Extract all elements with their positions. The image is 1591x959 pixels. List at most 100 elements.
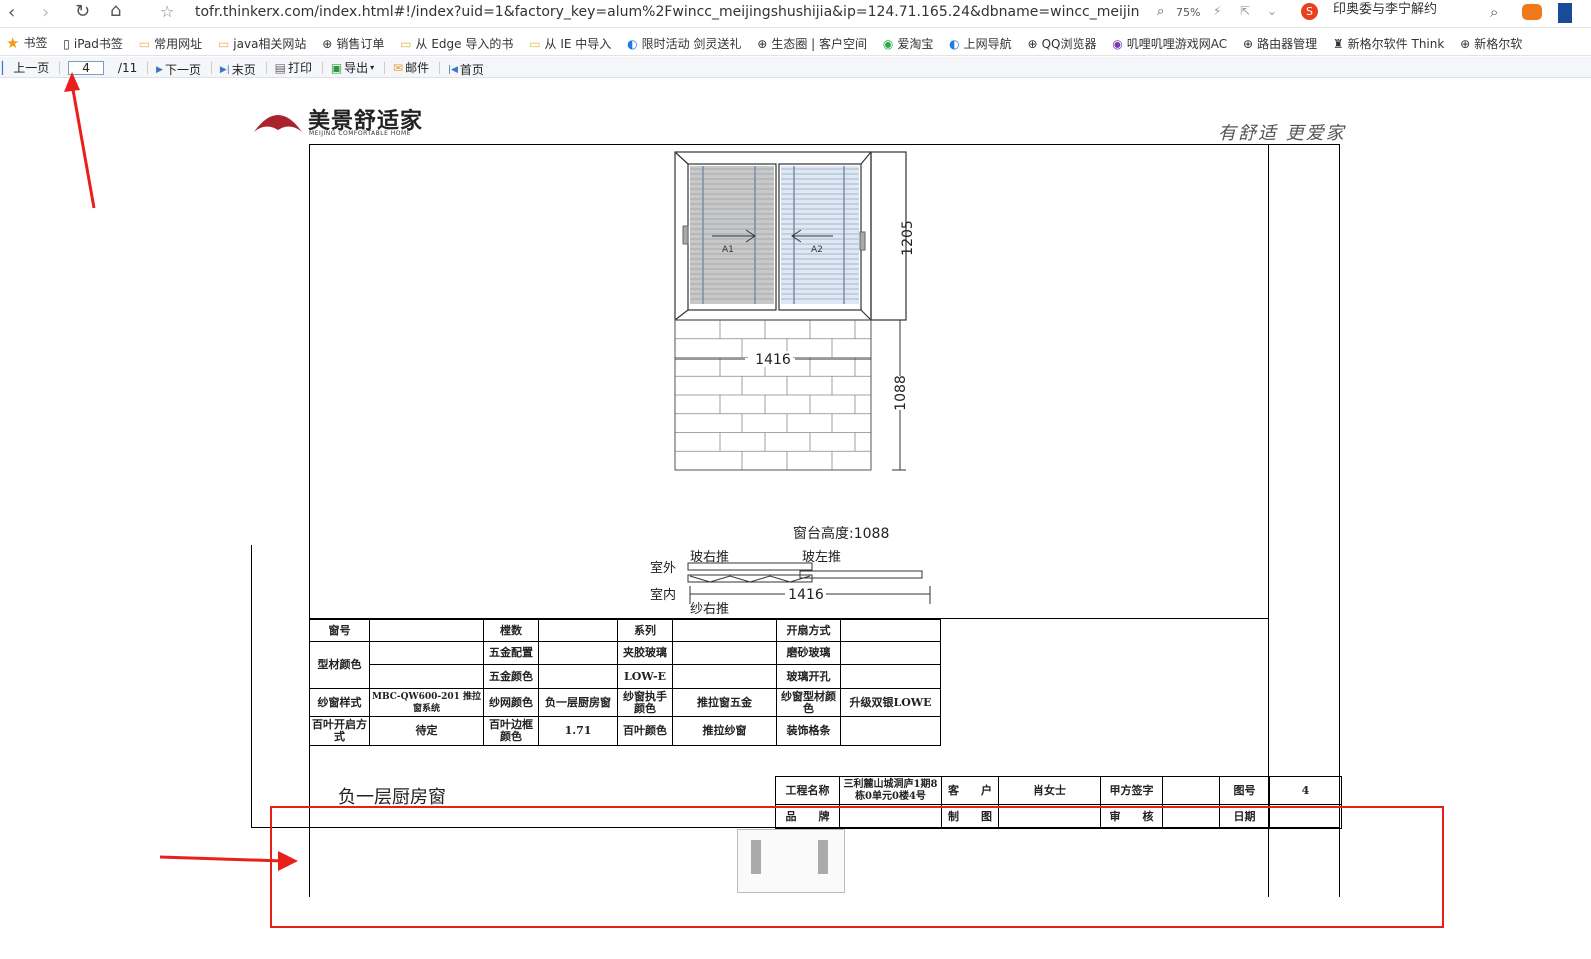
spec-value: 负一层厨房窗 <box>538 688 618 717</box>
reload-icon[interactable]: ↻ <box>75 1 90 22</box>
spec-label: 开扇方式 <box>776 619 841 642</box>
bookmark-item[interactable]: ◐ 限时活动 剑灵送礼 <box>627 30 741 55</box>
spec-label: 百叶开启方式 <box>309 716 370 746</box>
bookmark-item[interactable]: ▯ iPad书签 <box>63 30 123 55</box>
q-icon: ◐ <box>949 36 960 51</box>
bookmark-label: java相关网站 <box>233 37 307 51</box>
spec-value: MBC-QW600-201 推拉窗系统 <box>369 688 484 717</box>
globe-icon: ⊕ <box>322 36 333 51</box>
table-row: 百叶开启方式 待定 百叶边框颜色 1.71 百叶颜色 推拉纱窗 装饰格条 <box>309 716 941 746</box>
report-toolbar: ▏ 上一页 4 /11 ▶ 下一页 ▶| 末页 ▤ 打印 ▣ 导出 ▾ ✉ 邮件 |◀ 首页 <box>0 57 1591 78</box>
bookmark-label: 路由器管理 <box>1257 37 1318 51</box>
spec-label: 磨砂玻璃 <box>776 641 841 665</box>
bookmark-item[interactable]: ⊕ QQ浏览器 <box>1027 30 1097 55</box>
spec-value <box>840 664 941 689</box>
sogou-icon[interactable]: S <box>1301 3 1318 20</box>
bookmark-folder[interactable]: ▭ 常用网址 <box>138 30 202 55</box>
share-icon[interactable]: ⇱ <box>1240 4 1250 18</box>
first-page-button[interactable]: |◀ 首页 <box>448 59 484 80</box>
prev-icon: ▏ <box>2 60 12 75</box>
title-value: 三利麓山城洞庐1期8栋0单元0楼4号 <box>839 776 942 805</box>
folder-icon: ▭ <box>138 36 151 51</box>
bookmark-item[interactable]: ⊕ 路由器管理 <box>1243 30 1318 55</box>
address-bar: ‹ › ↻ ⌂ ☆ tofr.thinkerx.com/index.html#!… <box>0 0 1591 28</box>
bookmark-item[interactable]: ◉ 爱淘宝 <box>882 30 934 55</box>
spec-value <box>840 619 941 642</box>
extension-icon[interactable] <box>1558 3 1572 23</box>
star-icon: ★ <box>6 33 20 52</box>
spec-value: 推拉窗五金 <box>672 688 777 717</box>
bookmark-label: 书签 <box>23 36 48 50</box>
bookmark-folder[interactable]: ▭ java相关网站 <box>217 30 307 55</box>
slogan: 有舒适 更爱家 <box>1218 123 1346 144</box>
bookmark-label: 销售订单 <box>336 37 385 51</box>
sash-label-a2: A2 <box>811 245 823 255</box>
spec-label: 五金颜色 <box>483 664 539 689</box>
prev-page-button[interactable]: ▏ 上一页 <box>2 57 49 78</box>
bookmark-item[interactable]: ⊕ 新格尔软 <box>1460 30 1522 55</box>
url-input[interactable]: tofr.thinkerx.com/index.html#!/index?uid… <box>195 4 1140 20</box>
spec-label: 百叶边框颜色 <box>483 716 539 746</box>
print-button[interactable]: ▤ 打印 <box>275 57 312 78</box>
mail-icon: ✉ <box>393 60 404 75</box>
first-label: 首页 <box>459 63 484 77</box>
logo-icon <box>254 115 302 132</box>
spec-label: 玻璃开孔 <box>776 664 841 689</box>
spec-label: 窗号 <box>309 619 370 642</box>
gamepad-icon: ◉ <box>882 36 894 51</box>
printer-icon: ▤ <box>274 60 286 75</box>
zoom-level[interactable]: 75% <box>1176 6 1200 19</box>
star-icon[interactable]: ☆ <box>160 2 174 21</box>
bookmark-item[interactable]: ⊕ 生态圈 | 客户空间 <box>757 30 867 55</box>
height-dimension: 1205 <box>900 220 916 256</box>
title-label: 客 户 <box>941 776 999 805</box>
bookmark-label: 从 IE 中导入 <box>544 37 612 51</box>
flash-icon[interactable]: ⚡ <box>1213 4 1221 18</box>
zoom-icon[interactable]: ⌕ <box>1157 4 1164 19</box>
spec-label: 樘数 <box>483 619 539 642</box>
q-icon: ◐ <box>627 36 638 51</box>
back-icon[interactable]: ‹ <box>8 2 15 23</box>
globe-icon: ⊕ <box>1460 36 1471 51</box>
spec-label: 纱网颜色 <box>483 688 539 717</box>
spec-value <box>672 664 777 689</box>
bookmark-item[interactable]: ★ 书签 <box>6 29 48 55</box>
frame-line <box>309 144 1340 145</box>
spec-value: 推拉纱窗 <box>672 716 777 746</box>
home-icon[interactable]: ⌂ <box>110 0 121 21</box>
forward-icon[interactable]: › <box>42 2 49 23</box>
spec-value: 待定 <box>369 716 484 746</box>
next-page-button[interactable]: ▶ 下一页 <box>156 59 201 80</box>
chevron-down-icon[interactable]: ⌄ <box>1267 4 1277 18</box>
last-page-button[interactable]: ▶| 末页 <box>220 59 256 80</box>
highlight-box <box>270 806 1444 928</box>
bookmark-folder[interactable]: ▭ 从 Edge 导入的书 <box>400 30 513 55</box>
bookmarks-bar: ★ 书签 ▯ iPad书签 ▭ 常用网址 ▭ java相关网站 ⊕ 销售订单 ▭ 从 Edg… <box>0 29 1591 56</box>
title-label: 图号 <box>1219 776 1270 805</box>
bookmark-item[interactable]: ◉ 叽哩叽哩游戏网AC <box>1112 30 1227 55</box>
export-button[interactable]: ▣ 导出 ▾ <box>331 57 374 78</box>
spec-label: 纱窗型材颜色 <box>776 688 841 717</box>
spec-label: 夹胶玻璃 <box>617 641 673 665</box>
bookmark-label: 爱淘宝 <box>897 37 934 51</box>
export-label: 导出 <box>344 61 369 75</box>
table-row: 型材颜色 五金配置 夹胶玻璃 磨砂玻璃 <box>309 641 941 689</box>
bookmark-item[interactable]: ⊕ 销售订单 <box>322 30 385 55</box>
next-label: 下一页 <box>164 63 201 77</box>
globe-icon: ⊕ <box>1027 36 1038 51</box>
game-icon[interactable] <box>1522 4 1542 20</box>
spec-value <box>672 641 777 665</box>
last-icon: ▶| <box>219 64 230 75</box>
search-icon[interactable]: ⌕ <box>1490 3 1498 21</box>
bookmark-folder[interactable]: ▭ 从 IE 中导入 <box>529 30 612 55</box>
spec-value <box>369 619 484 642</box>
spec-value <box>538 641 618 665</box>
folder-icon: ▭ <box>217 36 230 51</box>
title-value: 肖女士 <box>998 776 1101 805</box>
bookmark-item[interactable]: ◐ 上网导航 <box>949 30 1012 55</box>
spec-label: 型材颜色 <box>309 641 370 689</box>
news-ticker[interactable]: 印奥委与李宁解约 <box>1333 0 1437 17</box>
bookmark-item[interactable]: ♜ 新格尔软件 Think <box>1333 30 1444 55</box>
mail-button[interactable]: ✉ 邮件 <box>393 57 429 78</box>
first-icon: |◀ <box>447 64 458 75</box>
